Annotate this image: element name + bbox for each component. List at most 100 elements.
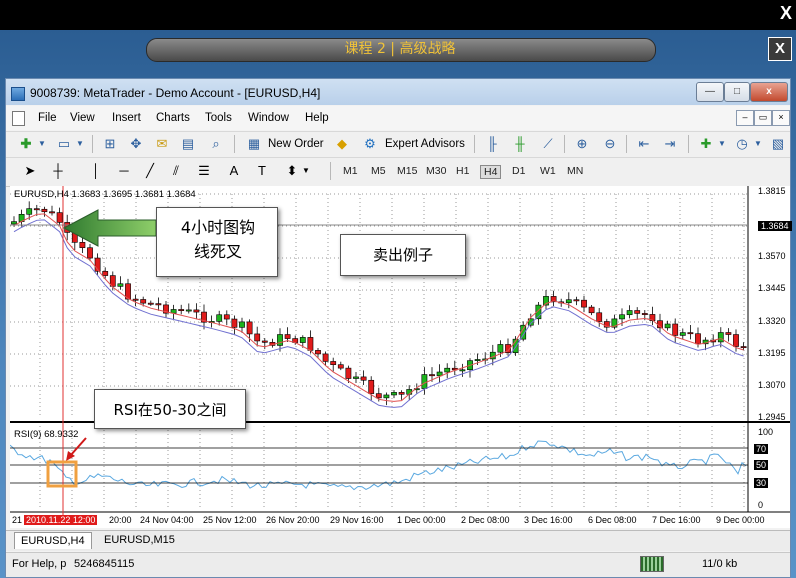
bearish-candle <box>695 333 701 345</box>
menu-view[interactable]: View <box>70 112 95 124</box>
indicators-dropdown-icon[interactable]: ▼ <box>714 136 730 152</box>
new-order-button[interactable]: New Order <box>268 138 324 150</box>
price-tick: 1.3445 <box>758 283 786 293</box>
dropdown-arrow-icon[interactable]: ▼ <box>34 136 50 152</box>
menu-tools[interactable]: Tools <box>205 112 232 124</box>
timeframe-h1[interactable]: H1 <box>456 165 469 177</box>
zoom-in-icon[interactable]: ⊕ <box>574 136 590 152</box>
expert-advisors-button[interactable]: Expert Advisors <box>385 138 465 150</box>
highlighted-time-label: 2010.11.22 12:00 <box>24 515 98 525</box>
terminal-icon[interactable]: ✉ <box>154 136 170 152</box>
bearish-candle <box>330 361 337 365</box>
tab-eurusd-m15[interactable]: EURUSD,M15 <box>98 532 181 548</box>
text-label-icon[interactable]: T <box>254 163 270 179</box>
status-code: 5246845115 <box>74 558 135 570</box>
periods-dropdown-icon[interactable]: ▼ <box>750 136 766 152</box>
bearish-candle <box>223 314 230 320</box>
bullish-candle <box>26 208 33 215</box>
timeframe-m15[interactable]: M15 <box>397 165 417 177</box>
line-chart-icon[interactable]: ⟋ <box>540 136 556 152</box>
bar-chart-icon[interactable]: ╟ <box>484 136 500 152</box>
strategy-tester-icon[interactable]: ▤ <box>180 136 196 152</box>
rsi-tick: 0 <box>758 500 764 510</box>
document-icon <box>12 111 25 126</box>
timeframe-m5[interactable]: M5 <box>371 165 386 177</box>
green-arrow-icon <box>62 209 157 247</box>
bearish-candle <box>261 340 268 343</box>
price-tick: 1.3815 <box>758 186 786 196</box>
window-minimize-button[interactable]: — <box>696 82 724 102</box>
callout-rsi-range-text: RSI在50-30之间 <box>113 401 227 419</box>
expert-advisors-icon[interactable]: ⚙ <box>362 136 378 152</box>
menu-file[interactable]: File <box>38 112 57 124</box>
templates-icon[interactable]: ▧ <box>770 136 786 152</box>
bearish-candle <box>398 392 405 395</box>
bearish-candle <box>178 309 185 311</box>
crosshair-icon[interactable]: ┼ <box>50 163 66 179</box>
time-tick: 21 <box>12 515 23 525</box>
bearish-candle <box>231 318 238 328</box>
timeframe-mn[interactable]: MN <box>567 165 583 177</box>
trendline-icon[interactable]: ╱ <box>142 163 158 179</box>
bullish-candle <box>565 299 572 304</box>
bearish-candle <box>284 334 291 339</box>
zoom-out-icon[interactable]: ⊖ <box>602 136 618 152</box>
timeframe-m1[interactable]: M1 <box>343 165 358 177</box>
market-watch-icon[interactable]: ⊞ <box>102 136 118 152</box>
bearish-candle <box>641 313 648 315</box>
window-maximize-button[interactable]: □ <box>724 82 750 102</box>
bullish-candle <box>391 392 397 396</box>
timeframe-d1[interactable]: D1 <box>512 165 525 177</box>
window-close-button[interactable]: x <box>750 82 788 102</box>
new-order-icon[interactable]: ▦ <box>246 136 262 152</box>
mdi-restore-button[interactable]: ▭ <box>754 110 772 126</box>
channel-icon[interactable]: ⫽ <box>168 163 184 179</box>
chart-shift-icon[interactable]: ⇤ <box>636 136 652 152</box>
bullish-candle <box>626 310 633 316</box>
mdi-close-button[interactable]: × <box>772 110 790 126</box>
cursor-icon[interactable]: ➤ <box>22 163 38 179</box>
course-close-button[interactable]: X <box>768 37 792 61</box>
bearish-candle <box>588 306 595 314</box>
fibonacci-icon[interactable]: ☰ <box>196 163 212 179</box>
candlestick-chart-icon[interactable]: ╫ <box>512 136 528 152</box>
callout-sell-example-text: 卖出例子 <box>372 246 433 264</box>
bearish-candle <box>725 332 732 335</box>
menu-window[interactable]: Window <box>248 112 289 124</box>
auto-scroll-icon[interactable]: ⇥ <box>662 136 678 152</box>
periods-icon[interactable]: ◷ <box>734 136 750 152</box>
vertical-line-icon[interactable]: │ <box>88 163 104 179</box>
text-icon[interactable]: A <box>226 163 242 179</box>
price-tick: 1.3570 <box>758 251 786 261</box>
bullish-candle <box>717 332 724 343</box>
player-close-button[interactable]: X <box>780 3 792 24</box>
arrows-dropdown-icon[interactable]: ▼ <box>298 163 314 179</box>
horizontal-line-icon[interactable]: ─ <box>116 163 132 179</box>
warning-icon[interactable]: ◆ <box>334 136 350 152</box>
menu-insert[interactable]: Insert <box>112 112 141 124</box>
bearish-candle <box>672 323 679 336</box>
profiles-dropdown-icon[interactable]: ▼ <box>72 136 88 152</box>
bullish-candle <box>216 314 223 322</box>
mdi-minimize-button[interactable]: – <box>736 110 754 126</box>
history-center-icon[interactable]: ⌕ <box>208 136 224 152</box>
bearish-candle <box>634 310 641 314</box>
toolbar-separator <box>564 135 565 153</box>
timeframe-w1[interactable]: W1 <box>540 165 556 177</box>
bearish-candle <box>49 211 55 214</box>
new-chart-icon[interactable]: ✚ <box>18 136 34 152</box>
bearish-candle <box>368 379 375 394</box>
indicators-icon[interactable]: ✚ <box>698 136 714 152</box>
bearish-candle <box>345 367 352 379</box>
bearish-candle <box>307 337 314 351</box>
menu-help[interactable]: Help <box>305 112 329 124</box>
tab-eurusd-h4[interactable]: EURUSD,H4 <box>14 532 92 549</box>
timeframe-h4[interactable]: H4 <box>480 165 502 179</box>
price-tick: 1.3195 <box>758 348 786 358</box>
menu-charts[interactable]: Charts <box>156 112 190 124</box>
connection-status-icon <box>640 556 664 572</box>
profiles-icon[interactable]: ▭ <box>56 136 72 152</box>
navigator-icon[interactable]: ✥ <box>128 136 144 152</box>
bullish-candle <box>185 309 192 312</box>
timeframe-m30[interactable]: M30 <box>426 165 446 177</box>
